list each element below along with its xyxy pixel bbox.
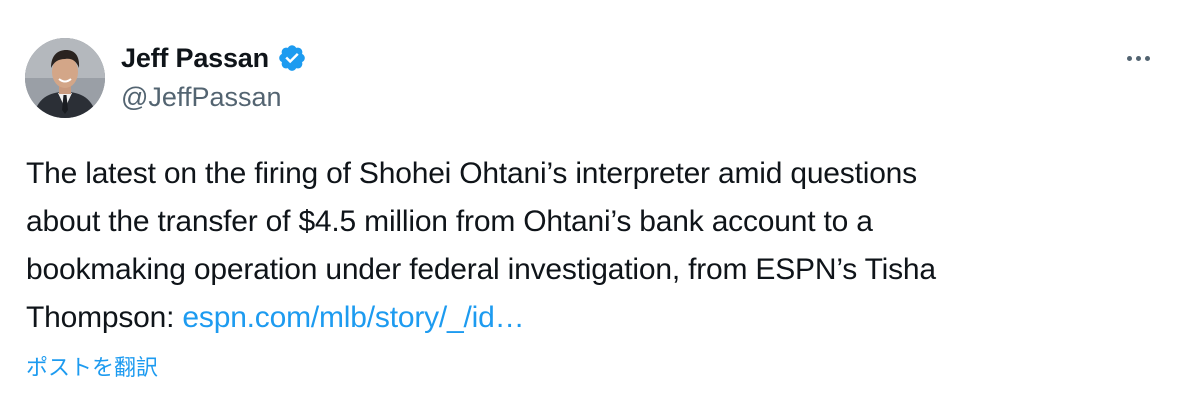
- more-horizontal-icon: [1126, 55, 1132, 61]
- translate-post-link[interactable]: ポストを翻訳: [26, 350, 158, 382]
- author-handle[interactable]: @JeffPassan: [121, 82, 282, 113]
- more-horizontal-icon: [1144, 55, 1150, 61]
- avatar-photo-icon: [25, 38, 105, 118]
- tweet-text-line-last: Thompson: espn.com/mlb/story/_/id…: [26, 294, 1146, 342]
- tweet-card: Jeff Passan @JeffPassan The latest on th…: [0, 0, 1178, 404]
- tweet-text-prefix: Thompson:: [26, 301, 183, 334]
- more-options-button[interactable]: [1118, 42, 1158, 74]
- avatar[interactable]: [25, 38, 105, 118]
- tweet-text-line: bookmaking operation under federal inves…: [26, 253, 936, 286]
- tweet-text-line: about the transfer of $4.5 million from …: [26, 205, 873, 238]
- article-link[interactable]: espn.com/mlb/story/_/id…: [182, 301, 524, 334]
- tweet-text-line: The latest on the firing of Shohei Ohtan…: [26, 157, 917, 190]
- more-horizontal-icon: [1135, 55, 1141, 61]
- tweet-text: The latest on the firing of Shohei Ohtan…: [26, 150, 1146, 342]
- verified-badge-icon[interactable]: [277, 43, 307, 73]
- author-display-name[interactable]: Jeff Passan: [121, 43, 269, 74]
- author-name-row: Jeff Passan: [121, 40, 307, 76]
